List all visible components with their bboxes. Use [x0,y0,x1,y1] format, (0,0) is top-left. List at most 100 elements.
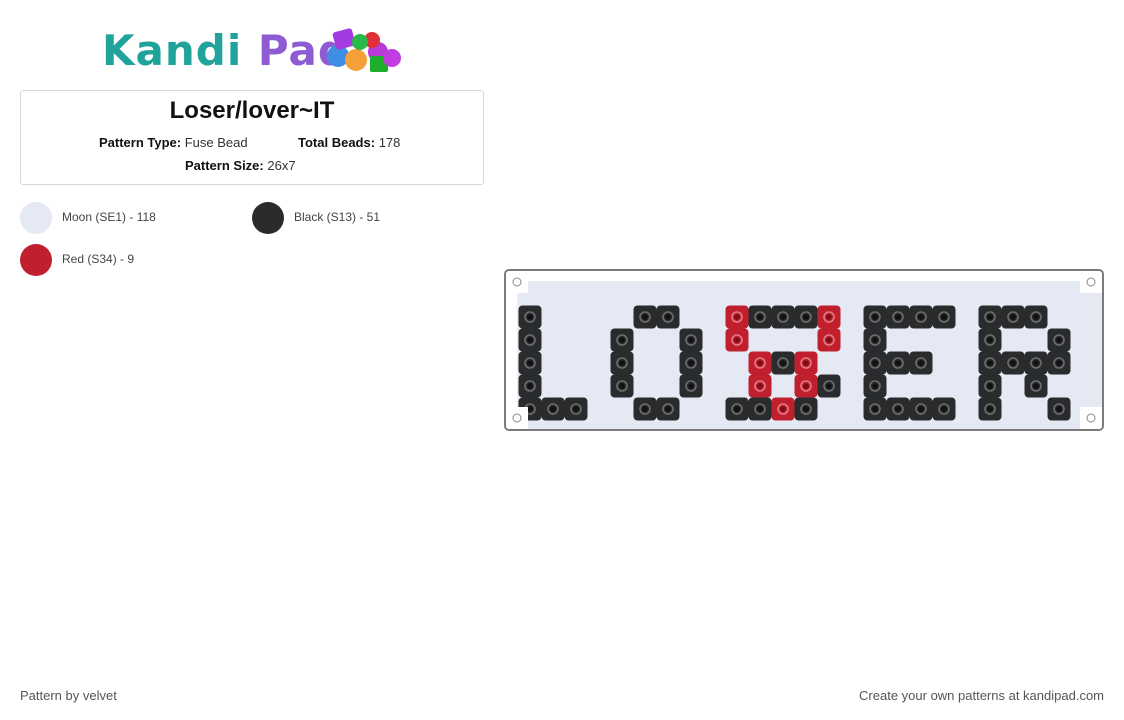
peg-hole-icon [512,277,522,287]
bead-grid [506,271,1102,429]
pattern-type: Pattern Type: Fuse Bead [99,135,248,150]
bead-center [688,383,694,389]
bead [909,282,933,306]
bead-center [826,337,832,343]
bead [955,351,979,375]
bead-center [665,314,671,320]
bead [564,305,588,329]
bead-center [826,383,832,389]
bead [1001,397,1025,421]
bead [541,328,565,352]
bead [978,420,1002,429]
bead-center [757,406,763,412]
bead-center [1010,360,1016,366]
bead [564,282,588,306]
bead [656,282,680,306]
bead [840,374,864,398]
bead-center [895,314,901,320]
bead [932,374,956,398]
kandipad-logo[interactable]: Kandi Pad [100,26,404,76]
bead [633,351,657,375]
peg-hole-icon [1086,277,1096,287]
bead [610,282,634,306]
bead-center [757,383,763,389]
bead [955,328,979,352]
bead [1093,351,1102,375]
bead [541,282,565,306]
bead [541,305,565,329]
bead-center [573,406,579,412]
total-beads-label: Total Beads: [298,135,376,150]
bead [656,420,680,429]
bead-center [550,406,556,412]
bead [702,374,726,398]
bead-center [826,314,832,320]
bead-center [619,383,625,389]
bead [817,420,841,429]
pattern-size-label: Pattern Size: [185,158,264,173]
color-swatch [20,202,52,234]
bead [955,282,979,306]
bead [541,351,565,375]
kandipad-link[interactable]: Create your own patterns at kandipad.com [859,688,1104,703]
bead [840,420,864,429]
peg-hole-icon [512,413,522,423]
bead-center [987,360,993,366]
bead [1024,397,1048,421]
bead [955,420,979,429]
bead [840,397,864,421]
bead [564,351,588,375]
bead [725,420,749,429]
bead-center [619,360,625,366]
bead [817,351,841,375]
bead [702,282,726,306]
bead [840,328,864,352]
pattern-size-value: 26x7 [267,158,296,173]
bead [1047,420,1071,429]
pattern-type-value: Fuse Bead [184,135,248,150]
bead-center [1033,314,1039,320]
bead [1001,282,1025,306]
bead-center [734,337,740,343]
bead-center [987,406,993,412]
bead-center [734,314,740,320]
bead [1047,305,1071,329]
logo-text-kandi: Kandi [102,26,243,75]
bead [702,420,726,429]
bead-center [688,360,694,366]
bead-center [527,383,533,389]
bead-center [527,314,533,320]
bead [932,420,956,429]
bead [932,328,956,352]
bead [610,397,634,421]
bead-center [803,360,809,366]
bead [679,305,703,329]
bead [794,420,818,429]
bead [1001,420,1025,429]
bead-center [872,360,878,366]
peg-hole-icon [1086,413,1096,423]
bead [679,420,703,429]
bead-center [987,383,993,389]
bead-center [688,337,694,343]
bead-center [872,337,878,343]
bead [564,420,588,429]
bead [633,420,657,429]
bead-center [665,406,671,412]
bead [955,374,979,398]
bead [1024,282,1048,306]
bead [633,282,657,306]
pattern-size: Pattern Size: 26x7 [185,158,296,173]
bead [702,397,726,421]
bead [955,397,979,421]
bead [1093,305,1102,329]
bead-center [527,360,533,366]
bead-center [619,337,625,343]
bead [748,282,772,306]
bead-center [1033,383,1039,389]
color-swatch [20,244,52,276]
bead [656,351,680,375]
bead [679,282,703,306]
bead [679,397,703,421]
bead [725,374,749,398]
